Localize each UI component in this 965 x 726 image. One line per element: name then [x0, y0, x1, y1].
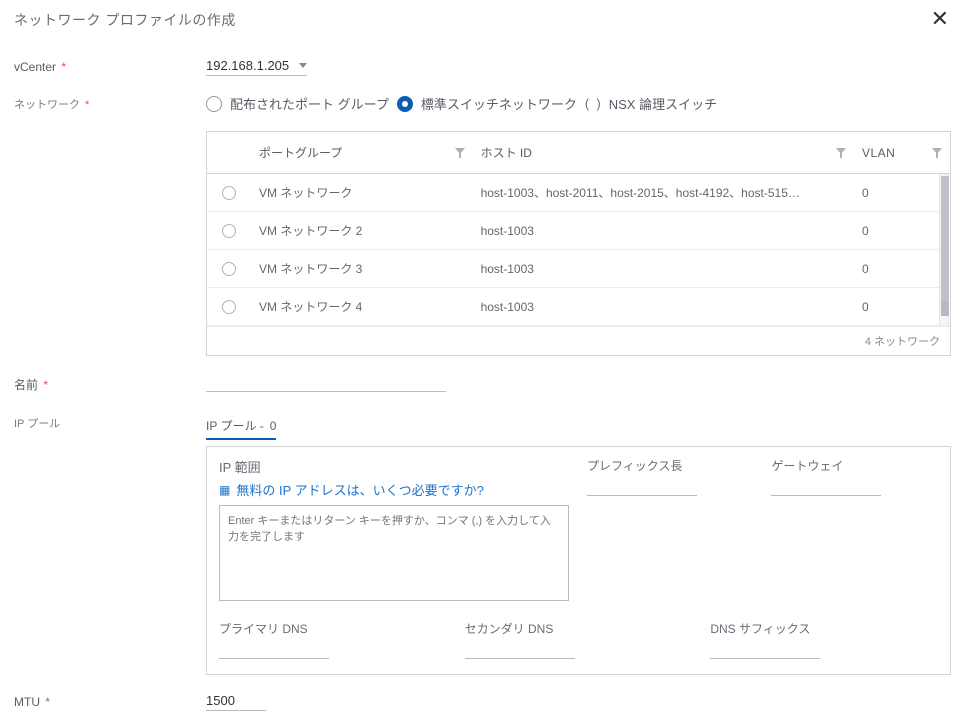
filter-icon[interactable]	[455, 148, 465, 158]
row-radio[interactable]	[222, 186, 236, 200]
mtu-value: 1500	[206, 693, 235, 708]
mtu-label: MTU	[14, 693, 206, 709]
cell-vlan: 0	[854, 224, 914, 238]
table-row: VM ネットワーク 4 host-1003 0	[207, 288, 950, 326]
gateway-label: ゲートウェイ	[771, 457, 938, 474]
ip-pool-panel: IP 範囲 ▦ 無料の IP アドレスは、いくつ必要ですか? プレフィックス長	[206, 446, 951, 675]
network-table-body[interactable]: VM ネットワーク host-1003、host-2011、host-2015、…	[207, 174, 950, 326]
cell-port-group: VM ネットワーク	[251, 184, 429, 201]
page-title: ネットワーク プロファイルの作成	[14, 10, 236, 30]
mtu-input[interactable]: 1500	[206, 693, 266, 711]
dialog-network-profile-create: ネットワーク プロファイルの作成 ✕ vCenter 192.168.1.205…	[0, 0, 965, 726]
radio-nsx-label: NSX 論理スイッチ	[609, 94, 717, 113]
dns-suffix-input[interactable]	[710, 643, 820, 659]
vcenter-value: 192.168.1.205	[206, 58, 289, 73]
primary-dns-label: プライマリ DNS	[219, 620, 447, 637]
filter-icon[interactable]	[836, 148, 846, 158]
ip-help-text: 無料の IP アドレスは、いくつ必要ですか?	[236, 480, 484, 499]
row-radio[interactable]	[222, 224, 236, 238]
radio-distributed-label: 配布されたポート グループ	[230, 94, 389, 113]
name-input[interactable]	[206, 374, 446, 392]
row-radio[interactable]	[222, 262, 236, 276]
ip-range-input[interactable]	[219, 505, 569, 601]
radio-standard-label: 標準スイッチネットワーク	[421, 94, 577, 113]
row-radio[interactable]	[222, 300, 236, 314]
vcenter-dropdown[interactable]: 192.168.1.205	[206, 58, 307, 76]
col-vlan[interactable]: VLAN	[854, 146, 914, 160]
col-host-id[interactable]: ホスト ID	[473, 144, 810, 161]
cell-host-id: host-1003、host-2011、host-2015、host-4192、…	[473, 184, 810, 201]
scrollbar-thumb[interactable]	[941, 176, 949, 316]
ip-range-label: IP 範囲	[219, 457, 569, 476]
ip-pool-tab-count: 0	[270, 419, 277, 433]
table-row: VM ネットワーク 2 host-1003 0	[207, 212, 950, 250]
calculator-icon: ▦	[219, 483, 230, 497]
close-icon[interactable]: ✕	[931, 10, 951, 28]
col-port-group[interactable]: ポートグループ	[251, 144, 429, 161]
secondary-dns-input[interactable]	[465, 643, 575, 659]
secondary-dns-label: セカンダリ DNS	[465, 620, 693, 637]
dns-suffix-label: DNS サフィックス	[710, 620, 938, 637]
cell-vlan: 0	[854, 262, 914, 276]
filter-icon[interactable]	[932, 148, 942, 158]
prefix-length-label: プレフィックス長	[587, 457, 753, 474]
cell-host-id: host-1003	[473, 300, 810, 314]
radio-distributed[interactable]	[206, 96, 222, 112]
cell-port-group: VM ネットワーク 4	[251, 298, 429, 315]
vcenter-label: vCenter	[14, 58, 206, 74]
network-label: ネットワーク	[14, 94, 206, 112]
radio-standard[interactable]	[397, 96, 413, 112]
prefix-length-input[interactable]	[587, 480, 697, 496]
table-row: VM ネットワーク 3 host-1003 0	[207, 250, 950, 288]
cell-port-group: VM ネットワーク 2	[251, 222, 429, 239]
network-table: ポートグループ ホスト ID VLAN VM ネットワーク	[206, 131, 951, 356]
ip-help-link[interactable]: ▦ 無料の IP アドレスは、いくつ必要ですか?	[219, 480, 569, 499]
gateway-input[interactable]	[771, 480, 881, 496]
primary-dns-input[interactable]	[219, 643, 329, 659]
ip-pool-tab-text: IP プール -	[206, 417, 264, 434]
table-row: VM ネットワーク host-1003、host-2011、host-2015、…	[207, 174, 950, 212]
name-label: 名前	[14, 374, 206, 393]
scrollbar-track[interactable]	[939, 174, 949, 326]
cell-vlan: 0	[854, 300, 914, 314]
cell-host-id: host-1003	[473, 262, 810, 276]
table-footer: 4 ネットワーク	[207, 326, 950, 355]
cell-host-id: host-1003	[473, 224, 810, 238]
chevron-down-icon	[299, 63, 307, 68]
cell-port-group: VM ネットワーク 3	[251, 260, 429, 277]
ip-pool-label: IP プール	[14, 413, 206, 431]
ip-pool-tab[interactable]: IP プール - 0	[206, 413, 276, 440]
cell-vlan: 0	[854, 186, 914, 200]
